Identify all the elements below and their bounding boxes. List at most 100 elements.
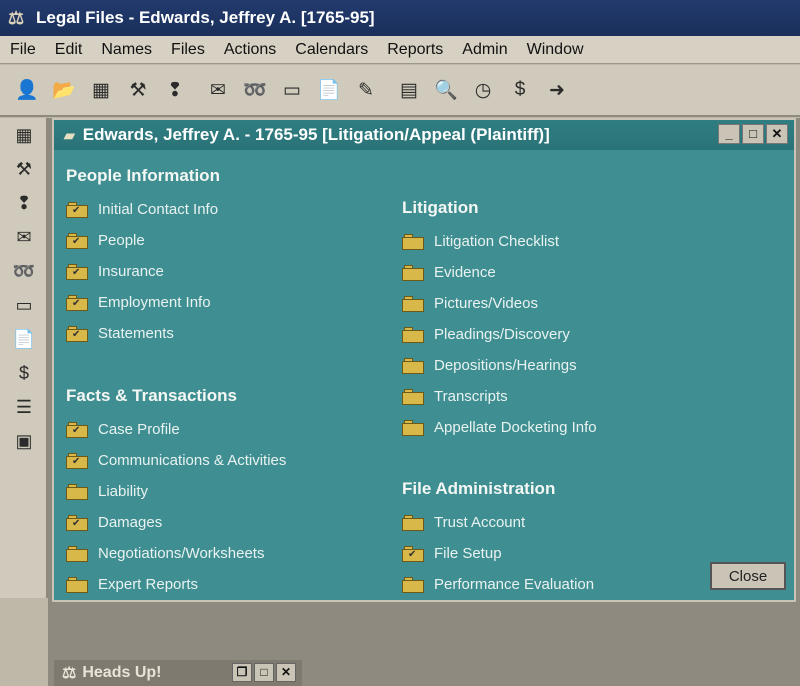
tape-icon[interactable]: ➿ [0, 254, 48, 288]
folder-icon [402, 514, 424, 531]
menu-file[interactable]: File [10, 41, 36, 59]
dollar-icon[interactable]: $ [505, 75, 535, 105]
list-item-liability[interactable]: Liability [66, 476, 386, 507]
left-column: People Information ✔ Initial Contact Info… [66, 166, 386, 600]
list-item-statements[interactable]: ✔ Statements [66, 318, 386, 349]
app-titlebar: ⚖ Legal Files - Edwards, Jeffrey A. [176… [0, 0, 800, 36]
close-button[interactable]: Close [710, 562, 786, 590]
section-heading-litigation: Litigation [402, 198, 479, 217]
minimize-button[interactable]: _ [718, 124, 740, 144]
folder-icon: ▰ [64, 126, 75, 143]
menu-window[interactable]: Window [527, 41, 584, 59]
folder-check-icon: ✔ [66, 232, 88, 249]
folder-check-icon: ✔ [402, 545, 424, 562]
footprints-icon[interactable]: ❢ [0, 186, 48, 220]
restore-button[interactable]: ❐ [232, 663, 252, 682]
folder-check-icon: ✔ [66, 421, 88, 438]
folder-icon [66, 483, 88, 500]
folder-icon [402, 576, 424, 593]
heads-up-logo-icon: ⚖ [62, 665, 77, 682]
folder-check-icon: ✔ [66, 452, 88, 469]
folder-icon [402, 295, 424, 312]
grid-icon[interactable]: ▦ [86, 75, 116, 105]
envelope-icon[interactable]: ✉ [203, 75, 233, 105]
heads-up-title: Heads Up! [82, 664, 162, 681]
folder-open-icon[interactable]: 📂 [49, 75, 79, 105]
list-item-transcripts[interactable]: Transcripts [402, 381, 742, 412]
folder-icon [402, 357, 424, 374]
card-icon[interactable]: ▭ [277, 75, 307, 105]
envelope-icon[interactable]: ✉ [0, 220, 48, 254]
menu-files[interactable]: Files [171, 41, 205, 59]
checklist-icon[interactable]: ☰ [0, 390, 48, 424]
folder-check-icon: ✔ [66, 201, 88, 218]
folder-icon [66, 576, 88, 593]
calculator-icon[interactable]: ▤ [394, 75, 424, 105]
tools-icon[interactable]: ⚒ [0, 152, 48, 186]
document-icon[interactable]: 📄 [0, 322, 48, 356]
list-item-initial-contact-info[interactable]: ✔ Initial Contact Info [66, 194, 386, 225]
heads-up-window[interactable]: ⚖ Heads Up! ❐ □ ✕ [54, 660, 302, 686]
card-icon[interactable]: ▭ [0, 288, 48, 322]
clock-icon[interactable]: ◷ [468, 75, 498, 105]
user-switch-icon[interactable]: 👤 [12, 75, 42, 105]
list-item-pleadings-discovery[interactable]: Pleadings/Discovery [402, 319, 742, 350]
list-item-trust-account[interactable]: Trust Account [402, 507, 742, 538]
sidebar-toolbar: ▦ ⚒ ❢ ✉ ➿ ▭ 📄 $ ☰ ▣ [0, 118, 48, 598]
footprints-icon[interactable]: ❢ [160, 75, 190, 105]
section-heading-file-administration: File Administration [402, 479, 556, 498]
folder-check-icon: ✔ [66, 263, 88, 280]
right-column: Litigation Litigation Checklist Evidence… [402, 198, 742, 600]
folder-check-icon: ✔ [66, 514, 88, 531]
wand-icon[interactable]: ✎ [351, 75, 381, 105]
list-item-performance-evaluation[interactable]: Performance Evaluation [402, 569, 742, 600]
list-item-file-setup[interactable]: ✔ File Setup [402, 538, 742, 569]
list-item-people[interactable]: ✔ People [66, 225, 386, 256]
menu-actions[interactable]: Actions [224, 41, 276, 59]
folder-icon [402, 233, 424, 250]
menu-edit[interactable]: Edit [55, 41, 83, 59]
maximize-button[interactable]: □ [742, 124, 764, 144]
list-item-litigation-checklist[interactable]: Litigation Checklist [402, 226, 742, 257]
menu-calendars[interactable]: Calendars [295, 41, 368, 59]
maximize-button[interactable]: □ [254, 663, 274, 682]
folder-icon [402, 388, 424, 405]
tape-icon[interactable]: ➿ [240, 75, 270, 105]
list-item-negotiations-worksheets[interactable]: Negotiations/Worksheets [66, 538, 386, 569]
magnifier-icon[interactable]: 🔍 [431, 75, 461, 105]
close-window-button[interactable]: ✕ [766, 124, 788, 144]
window-controls: _ □ ✕ [716, 124, 788, 144]
tools-icon[interactable]: ⚒ [123, 75, 153, 105]
toolbar: 👤 📂 ▦ ⚒ ❢ ✉ ➿ ▭ 📄 ✎ ▤ 🔍 ◷ $ ➜ [0, 65, 800, 117]
exit-icon[interactable]: ➜ [542, 75, 572, 105]
menu-reports[interactable]: Reports [387, 41, 443, 59]
list-item-communications-activities[interactable]: ✔ Communications & Activities [66, 445, 386, 476]
section-heading-facts-transactions: Facts & Transactions [66, 386, 238, 405]
file-window: ▰ Edwards, Jeffrey A. - 1765-95 [Litigat… [52, 118, 796, 602]
list-item-employment-info[interactable]: ✔ Employment Info [66, 287, 386, 318]
menu-admin[interactable]: Admin [462, 41, 507, 59]
app-logo-icon: ⚖ [8, 8, 25, 28]
list-item-evidence[interactable]: Evidence [402, 257, 742, 288]
file-window-titlebar[interactable]: ▰ Edwards, Jeffrey A. - 1765-95 [Litigat… [54, 120, 794, 150]
folder-icon [402, 264, 424, 281]
list-item-appellate-docketing-info[interactable]: Appellate Docketing Info [402, 412, 742, 443]
list-item-case-profile[interactable]: ✔ Case Profile [66, 414, 386, 445]
folder-check-icon: ✔ [66, 294, 88, 311]
menu-names[interactable]: Names [101, 41, 152, 59]
list-item-damages[interactable]: ✔ Damages [66, 507, 386, 538]
list-item-insurance[interactable]: ✔ Insurance [66, 256, 386, 287]
close-window-button[interactable]: ✕ [276, 663, 296, 682]
dollar-icon[interactable]: $ [0, 356, 48, 390]
list-item-pictures-videos[interactable]: Pictures/Videos [402, 288, 742, 319]
list-item-depositions-hearings[interactable]: Depositions/Hearings [402, 350, 742, 381]
menubar: File Edit Names Files Actions Calendars … [0, 36, 800, 64]
folder-icon [66, 545, 88, 562]
section-heading-people-information: People Information [66, 166, 220, 185]
app-title: Legal Files - Edwards, Jeffrey A. [1765-… [36, 8, 375, 27]
document-icon[interactable]: 📄 [314, 75, 344, 105]
grid-icon[interactable]: ▦ [0, 118, 48, 152]
folder-check-icon: ✔ [66, 325, 88, 342]
list-item-expert-reports[interactable]: Expert Reports [66, 569, 386, 600]
report-icon[interactable]: ▣ [0, 424, 48, 458]
